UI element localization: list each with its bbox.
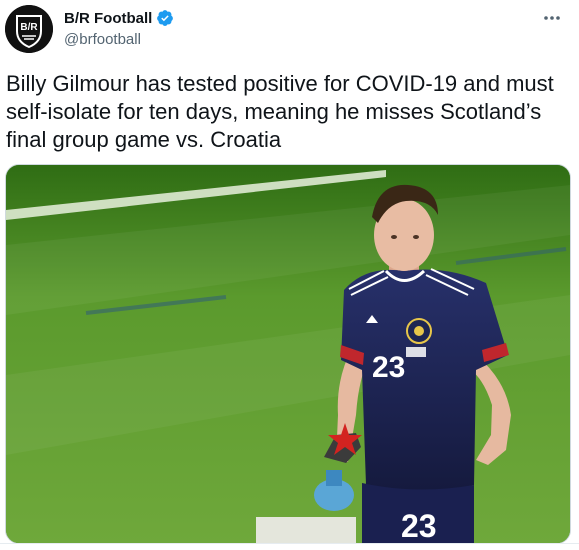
divider (0, 543, 579, 544)
player-photo: 23 23 (6, 165, 570, 543)
shirt-number-chest: 23 (372, 351, 405, 384)
author-name-row: B/R Football (64, 8, 174, 28)
author-block: B/R Football @brfootball (64, 8, 174, 48)
shirt-number-shorts: 23 (401, 508, 437, 543)
tweet-text: Billy Gilmour has tested positive for CO… (6, 71, 554, 152)
more-options-icon[interactable] (539, 8, 565, 28)
tweet-card: B/R B/R Football @brfootball Billy Gilmo… (0, 0, 579, 550)
author-handle[interactable]: @brfootball (64, 31, 174, 48)
br-logo-icon: B/R (5, 5, 53, 53)
tweet-media-photo[interactable]: 23 23 (5, 164, 571, 544)
svg-text:B/R: B/R (20, 22, 38, 33)
author-name[interactable]: B/R Football (64, 10, 152, 27)
verified-badge-icon (156, 9, 174, 27)
author-avatar[interactable]: B/R (5, 5, 53, 53)
